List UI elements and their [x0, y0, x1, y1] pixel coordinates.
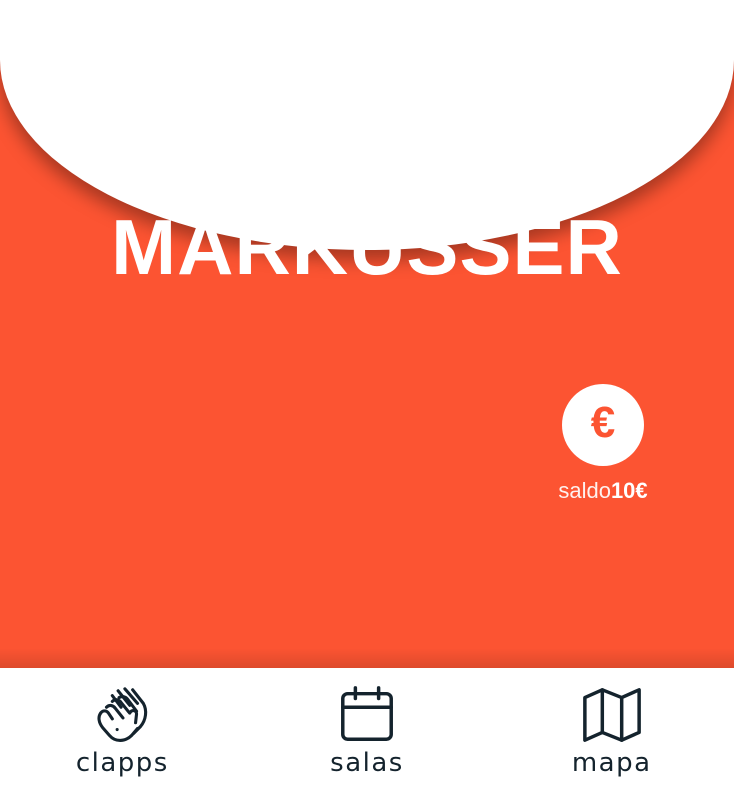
nav-item-clapps[interactable]: clapps: [0, 668, 245, 796]
balance-label: saldo: [558, 478, 611, 503]
nav-label-salas: salas: [330, 748, 404, 778]
nav-item-mapa[interactable]: mapa: [489, 668, 734, 796]
map-icon: [582, 688, 641, 742]
nav-item-salas[interactable]: salas: [245, 668, 490, 796]
nav-label-mapa: mapa: [571, 748, 652, 778]
euro-icon: €: [590, 398, 616, 447]
clapping-hands-icon: [97, 687, 148, 742]
nav-label-clapps: clapps: [75, 748, 169, 778]
euro-icon-button[interactable]: €: [562, 384, 644, 466]
bottom-navigation: clapps salas mapa: [0, 668, 734, 796]
calendar-icon: [341, 686, 393, 741]
nav-shadow: [0, 648, 734, 668]
balance-widget[interactable]: € saldo10€: [534, 384, 672, 504]
balance-text: saldo10€: [534, 478, 672, 504]
username-title: MARKUSSER: [111, 203, 623, 291]
profile-panel: MARKUSSER € saldo10€: [0, 0, 734, 668]
balance-amount: 10€: [610, 478, 648, 503]
